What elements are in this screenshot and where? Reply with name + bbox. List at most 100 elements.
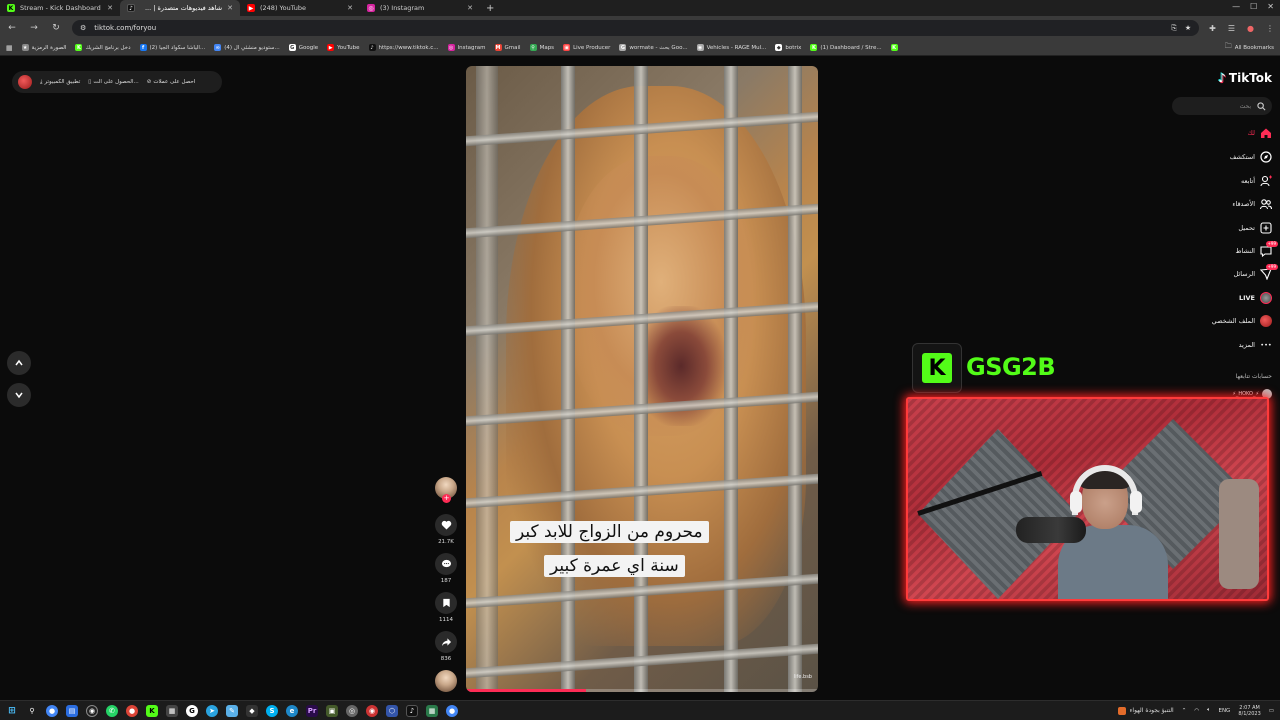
windows-start-icon[interactable]: ⊞ [6,705,18,717]
skype-icon[interactable]: S [266,704,278,717]
bookmark-item[interactable]: ★ الصورة الرمزية [21,44,66,51]
nav-messages[interactable]: 99+ الرسائل [1233,264,1278,280]
nav-profile[interactable]: الملف الشخصي [1212,315,1272,327]
bookmark-item[interactable]: ∞ (4) ستوديو منشئي ال... [214,44,280,51]
bookmark-item[interactable]: ▣ Live Producer [563,44,610,51]
close-window-icon[interactable]: ✕ [1267,2,1274,11]
app-icon[interactable]: ◎ [346,704,358,717]
browser-tab-youtube[interactable]: ▶ (248) YouTube ✕ [240,0,360,16]
clock[interactable]: 2:07 AM 8/1/2023 [1238,705,1260,717]
nav-upload[interactable]: تحميل [1238,222,1272,234]
chrome-icon[interactable]: ● [446,704,458,717]
follow-button[interactable]: + [442,494,451,503]
browser-tab-tiktok[interactable]: ♪ شاهد فيديوهات متصدرة | ... ✕ [120,0,240,16]
creator-avatar-button[interactable]: + [434,477,458,503]
nav-activity[interactable]: 99+ النشاط [1235,241,1278,257]
app-icon[interactable]: G [186,704,198,717]
tiktok-logo[interactable]: ♪ TikTok [1218,71,1272,85]
close-tab-icon[interactable]: ✕ [347,4,353,12]
nav-following[interactable]: أتابعه [1241,175,1272,187]
bookmark-item[interactable]: ◉ Vehicles - RAGE Mul... [696,44,766,51]
bookmark-item[interactable]: K [890,44,898,51]
chevron-up-icon[interactable]: ⌃ [1182,708,1187,714]
get-coins-button[interactable]: ⊘ احصل على عملات [147,79,196,85]
bookmark-item[interactable]: ♪ https://www.tiktok.c... [368,44,439,51]
app-icon[interactable]: ⬡ [386,704,398,717]
close-tab-icon[interactable]: ✕ [227,4,233,12]
maximize-icon[interactable]: ☐ [1250,2,1257,11]
bookmark-item[interactable]: f (2) الياشا سكواد الجيا... [139,44,205,51]
all-bookmarks-button[interactable]: 🗀 All Bookmarks [1225,42,1274,53]
chrome-icon[interactable]: ● [126,704,138,717]
like-button[interactable]: 21.7K [434,514,458,545]
bookmark-item[interactable]: M Gmail [494,44,521,51]
site-info-icon[interactable]: ⚙ [80,24,86,32]
files-icon[interactable]: ▤ [66,704,78,717]
back-icon[interactable]: ← [6,23,18,33]
bookmark-item[interactable]: ◆ botrix [775,44,801,51]
reading-list-icon[interactable]: ☰ [1228,24,1235,33]
previous-video-button[interactable] [7,351,31,375]
edge-icon[interactable]: e [286,704,298,717]
save-button[interactable]: 1114 [434,592,458,623]
notifications-icon[interactable]: ▭ [1269,708,1274,714]
nav-friends[interactable]: الأصدقاء [1232,198,1272,210]
bookmark-item[interactable]: G Google [288,44,318,51]
browser-tab-kick[interactable]: K Stream - Kick Dashboard ✕ [0,0,120,16]
chrome-icon[interactable]: ● [46,704,58,717]
search-input[interactable] [1178,102,1251,110]
nav-explore[interactable]: استكشف [1230,151,1272,163]
whatsapp-icon[interactable]: ✆ [106,704,118,717]
video-player[interactable]: محروم من الزواج للابد كبر سنة اي عمرة كب… [466,66,818,692]
next-video-button[interactable] [7,383,31,407]
search-icon[interactable]: ⚲ [26,705,38,717]
bookmark-item[interactable]: K دخل برنامج الشريك [75,44,131,51]
share-button[interactable]: 836 [434,631,458,662]
nav-more[interactable]: ••• المزيد [1239,339,1272,351]
app-icon[interactable]: ◉ [366,704,378,717]
app-icon[interactable]: ▣ [326,704,338,717]
unity-icon[interactable]: ◆ [246,704,258,717]
premiere-icon[interactable]: Pr [306,704,318,717]
user-avatar[interactable] [18,75,32,89]
calculator-icon[interactable]: ▦ [166,704,178,717]
app-icon[interactable]: ▦ [426,704,438,717]
volume-icon[interactable]: 🔈︎ [1207,707,1210,714]
search-box[interactable] [1172,97,1272,115]
new-tab-button[interactable]: + [480,3,500,14]
extensions-icon[interactable]: ✚ [1209,24,1216,33]
obs-icon[interactable]: ◉ [86,704,98,717]
comment-button[interactable]: 187 [434,553,458,584]
bookmark-item[interactable]: ▶ YouTube [327,44,360,51]
nav-for-you[interactable]: لك [1248,127,1272,139]
weather-widget[interactable]: التنبؤ بجودة الهواء [1117,706,1174,715]
close-tab-icon[interactable]: ✕ [107,4,113,12]
forward-icon[interactable]: → [28,23,40,33]
telegram-icon[interactable]: ➤ [206,704,218,717]
bookmark-item[interactable]: K (1) Dashboard / Stre... [810,44,882,51]
desktop-app-button[interactable]: ⤓ تطبيق الكمبيوتر [40,79,80,86]
minimize-icon[interactable]: — [1232,2,1240,11]
browser-tab-instagram[interactable]: ◎ (3) Instagram ✕ [360,0,480,16]
kick-icon[interactable]: K [146,704,158,717]
reload-icon[interactable]: ↻ [50,23,62,33]
apps-icon[interactable]: ▦ [6,44,13,52]
network-icon[interactable]: ◠ [1194,708,1199,714]
install-icon[interactable]: ⎘ [1171,24,1177,33]
close-tab-icon[interactable]: ✕ [467,4,473,12]
video-progress-bar[interactable] [466,689,818,692]
bookmark-item[interactable]: ⚲ Maps [529,44,554,51]
bookmark-item[interactable]: Gwormate - بحث Goo... [619,44,688,51]
profile-icon[interactable]: ● [1247,24,1254,33]
nav-live[interactable]: LIVE [1239,292,1272,304]
notepad-icon[interactable]: ✎ [226,704,238,717]
menu-icon[interactable]: ⋮ [1266,24,1274,33]
sound-avatar[interactable] [434,670,458,692]
tiktok-icon[interactable]: ♪ [406,704,418,717]
get-app-button[interactable]: ▯ الحصول على الت... [88,79,138,85]
bookmark-star-icon[interactable]: ★ [1185,24,1191,32]
language-indicator[interactable]: ENG [1218,708,1230,714]
bookmark-item[interactable]: ◎ Instagram [447,44,486,51]
address-bar[interactable]: ⚙ tiktok.com/foryou ⎘ ★ [72,20,1200,36]
search-icon[interactable] [1257,101,1266,111]
